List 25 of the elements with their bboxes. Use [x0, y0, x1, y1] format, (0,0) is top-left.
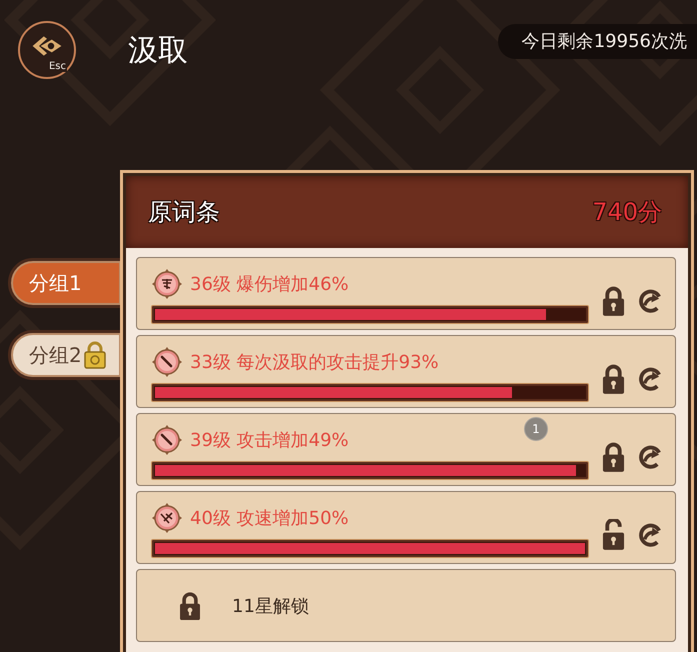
medallion-icon: [152, 347, 182, 377]
medallion-icon: [152, 425, 182, 455]
affix-text: 40级 攻速增加50%: [190, 507, 349, 530]
refresh-icon[interactable]: [637, 286, 664, 314]
medallion-icon: [152, 503, 182, 533]
unlock-requirement-text: 11星解锁: [232, 594, 309, 618]
affix-text: 36级 爆伤增加46%: [190, 273, 349, 296]
medallion-icon: [152, 269, 182, 299]
affix-text: 33级 每次汲取的攻击提升93%: [190, 351, 439, 374]
unlock-icon[interactable]: [602, 518, 625, 550]
page-title: 汲取: [128, 32, 188, 70]
daily-remaining-counter: 今日剩余19956次洗: [498, 24, 697, 58]
refresh-icon[interactable]: [637, 520, 664, 548]
notification-count: 1: [524, 417, 548, 441]
back-button[interactable]: Esc: [18, 21, 76, 79]
affix-text: 39级 攻击增加49%: [190, 429, 349, 452]
back-icon: [31, 34, 63, 58]
score-label: 740分: [592, 197, 662, 228]
lock-icon[interactable]: [602, 362, 625, 394]
lock-icon[interactable]: [602, 440, 625, 472]
refresh-icon[interactable]: [637, 442, 664, 470]
padlock-icon: [179, 591, 201, 620]
refresh-icon[interactable]: [637, 364, 664, 392]
panel-title: 原词条: [148, 197, 220, 228]
lock-icon[interactable]: [602, 284, 625, 316]
